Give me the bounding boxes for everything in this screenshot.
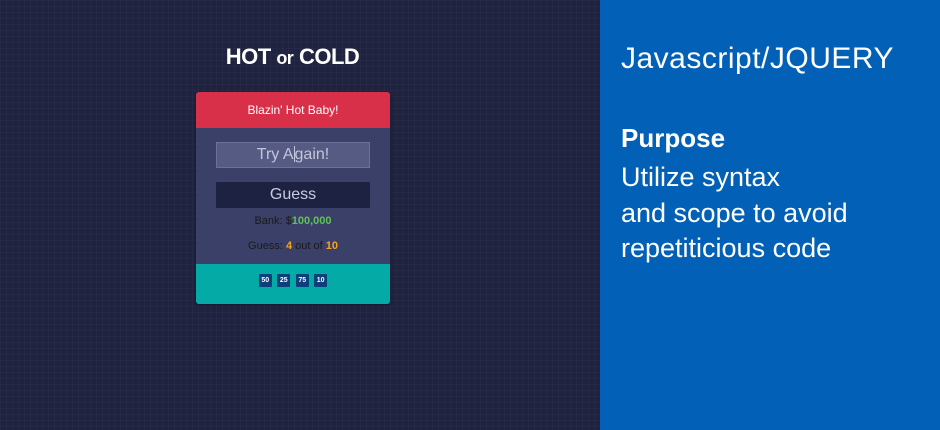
guess-total: 10 xyxy=(325,240,338,252)
guess-button[interactable]: Guess xyxy=(216,182,370,208)
bank-label: Bank: $ xyxy=(254,215,292,227)
guess-input[interactable]: Try Again! xyxy=(216,142,370,168)
chip-50[interactable]: 50 xyxy=(258,274,272,287)
feedback-banner: Blazin' Hot Baby! xyxy=(196,92,390,128)
purpose-line: repetiticious code xyxy=(621,233,832,263)
tech-headline: Javascript/JQUERY xyxy=(621,42,895,75)
game-panel: HOT or COLD Blazin' Hot Baby! Try Again!… xyxy=(0,0,600,430)
chip-10[interactable]: 10 xyxy=(314,274,328,287)
guess-counter: Guess: 4 out of 10 xyxy=(196,240,390,252)
chip-75[interactable]: 75 xyxy=(295,274,309,287)
purpose-line: Utilize syntax xyxy=(621,162,781,192)
purpose-title: Purpose xyxy=(621,123,726,153)
title-cold: COLD xyxy=(298,44,360,69)
guess-of: out of xyxy=(292,240,326,252)
purpose-line: and scope to avoid xyxy=(621,198,848,228)
info-panel: Javascript/JQUERY Purpose Utilize syntax… xyxy=(600,0,940,430)
bank-display: Bank: $100,000 xyxy=(196,215,390,227)
guess-label: Guess: xyxy=(248,240,286,252)
title-hot: HOT xyxy=(225,44,271,69)
input-text-end: gain! xyxy=(294,146,330,163)
input-text-start: Try A xyxy=(256,146,294,163)
bank-amount: 100,000 xyxy=(291,215,332,227)
game-title: HOT or COLD xyxy=(0,44,585,70)
title-or: or xyxy=(276,48,294,68)
chip-tray: 50 25 75 10 xyxy=(196,264,390,304)
game-card: Blazin' Hot Baby! Try Again! Guess Bank:… xyxy=(196,92,390,304)
chip-25[interactable]: 25 xyxy=(277,274,291,287)
